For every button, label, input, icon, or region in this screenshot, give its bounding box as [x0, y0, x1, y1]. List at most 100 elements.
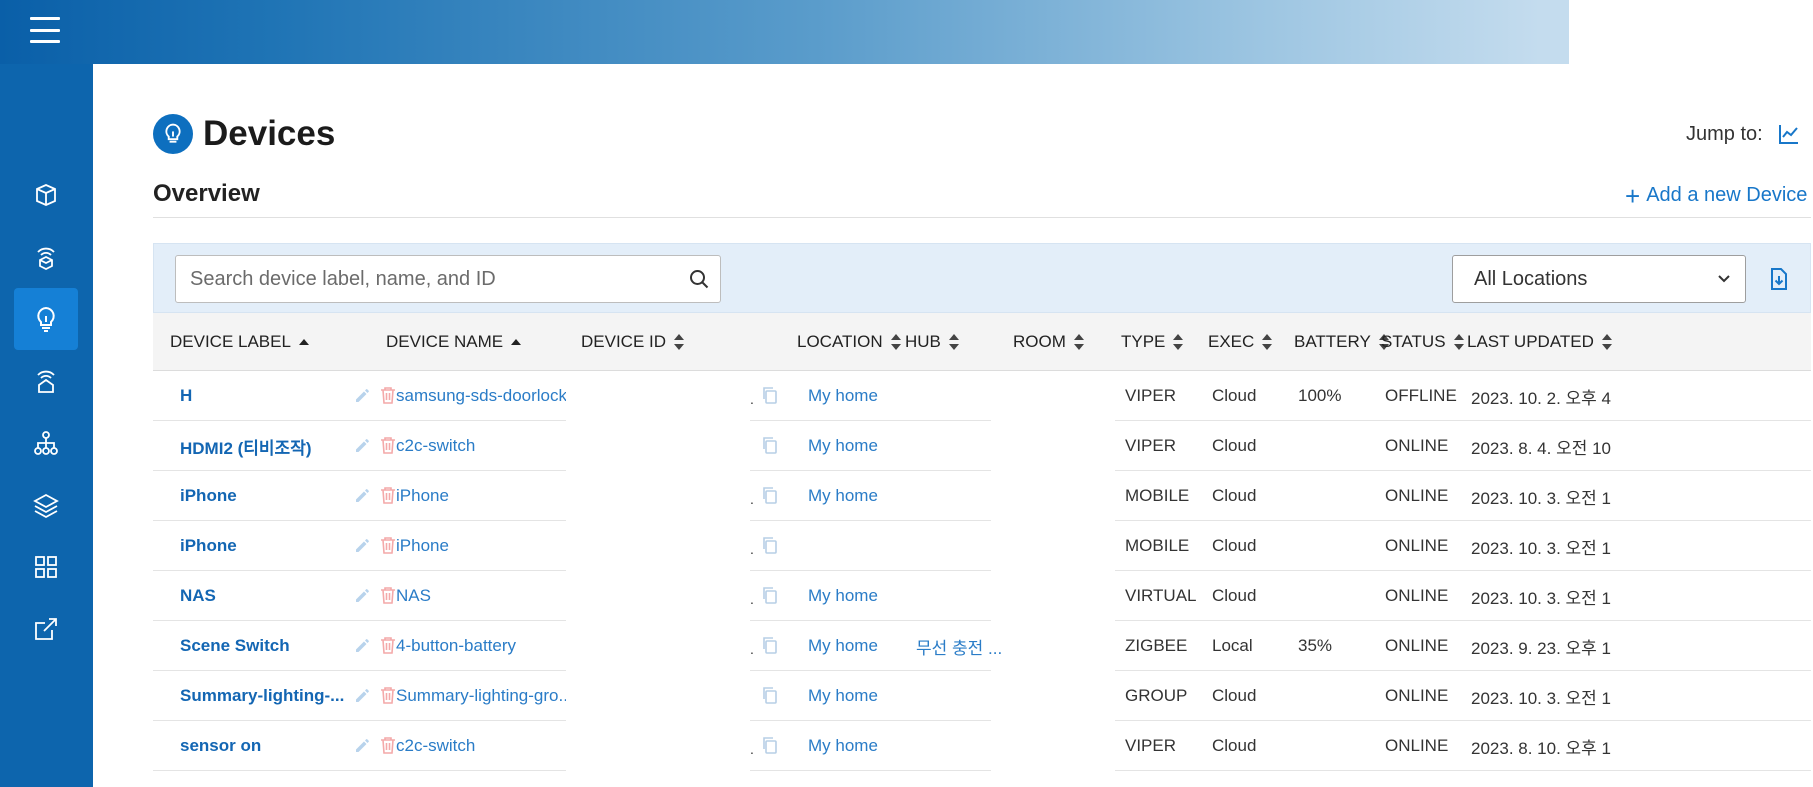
device-type: VIPER [1125, 436, 1177, 455]
copy-icon[interactable] [760, 385, 780, 405]
battery-level [1298, 521, 1378, 571]
copy-icon[interactable] [760, 535, 780, 555]
exec-mode: Cloud [1212, 486, 1257, 505]
column-header-type[interactable]: TYPE [1121, 313, 1184, 371]
edit-icon[interactable] [353, 735, 373, 755]
column-header-battery[interactable]: BATTERY [1294, 313, 1389, 371]
chart-icon[interactable] [1777, 122, 1801, 146]
edit-icon[interactable] [353, 535, 373, 555]
location-link[interactable]: My home [808, 571, 908, 621]
column-header-location[interactable]: LOCATION [797, 313, 901, 371]
battery-level [1298, 571, 1378, 621]
hub-link[interactable] [916, 671, 1004, 721]
column-header-status[interactable]: STATUS [1381, 313, 1464, 371]
column-header-room[interactable]: ROOM [1013, 313, 1084, 371]
location-link[interactable] [808, 521, 908, 571]
delete-icon[interactable] [379, 435, 397, 455]
device-label-link[interactable]: Scene Switch [180, 621, 345, 671]
location-link[interactable]: My home [808, 671, 908, 721]
edit-icon[interactable] [353, 485, 373, 505]
column-label: DEVICE NAME [386, 332, 504, 351]
device-id-truncation: . [750, 391, 754, 407]
location-link[interactable]: My home [808, 471, 908, 521]
hamburger-menu-icon[interactable] [30, 17, 60, 43]
location-link[interactable]: My home [808, 621, 908, 671]
search-input[interactable] [176, 256, 656, 302]
device-name-link[interactable]: 4-button-battery [396, 621, 566, 671]
sidebar-item-external[interactable] [14, 598, 78, 660]
exec-mode: Cloud [1212, 586, 1257, 605]
device-label-link[interactable]: sensor on [180, 721, 345, 771]
device-label-link[interactable]: Summary-lighting-... [180, 671, 345, 721]
device-name-link[interactable]: Summary-lighting-gro... [396, 671, 566, 721]
sidebar-item-dashboard[interactable] [14, 536, 78, 598]
hub-link[interactable]: 무선 충전 ... [916, 621, 1004, 671]
delete-icon[interactable] [379, 735, 397, 755]
delete-icon[interactable] [379, 485, 397, 505]
table-row: H samsung-sds-doorlock... . My home VIPE… [153, 371, 1811, 421]
device-name-link[interactable]: c2c-switch [396, 721, 566, 771]
edit-icon[interactable] [353, 435, 373, 455]
device-name-link[interactable]: samsung-sds-doorlock... [396, 371, 566, 421]
search-box [175, 255, 721, 303]
plus-icon: + [1625, 180, 1641, 211]
delete-icon[interactable] [379, 635, 397, 655]
edit-icon[interactable] [353, 385, 373, 405]
device-label-link[interactable]: H [180, 371, 345, 421]
edit-icon[interactable] [353, 635, 373, 655]
delete-icon[interactable] [379, 585, 397, 605]
device-label-link[interactable]: iPhone [180, 521, 345, 571]
sidebar-item-layers[interactable] [14, 474, 78, 536]
copy-icon[interactable] [760, 435, 780, 455]
device-name-link[interactable]: NAS [396, 571, 566, 621]
edit-icon[interactable] [353, 585, 373, 605]
device-name-link[interactable]: c2c-switch [396, 421, 566, 471]
search-icon[interactable] [688, 268, 710, 290]
copy-icon[interactable] [760, 685, 780, 705]
device-id-truncation: . [750, 541, 754, 557]
device-id-truncation: . [750, 491, 754, 507]
sidebar-item-products[interactable] [14, 164, 78, 226]
column-header-hub[interactable]: HUB [905, 313, 959, 371]
sort-both-icon [1262, 334, 1273, 350]
table-row: iPhone iPhone . My home MOBILE Cloud ONL… [153, 471, 1811, 521]
column-label: ROOM [1013, 332, 1066, 351]
device-label-link[interactable]: iPhone [180, 471, 345, 521]
delete-icon[interactable] [379, 535, 397, 555]
edit-icon[interactable] [353, 685, 373, 705]
sidebar-item-hubs[interactable] [14, 226, 78, 288]
column-header-device-name[interactable]: DEVICE NAME [386, 313, 522, 371]
hub-link[interactable] [916, 371, 1004, 421]
device-label-link[interactable]: HDMI2 (티비조작) [180, 421, 345, 471]
column-header-device-id[interactable]: DEVICE ID [581, 313, 685, 371]
hub-link[interactable] [916, 471, 1004, 521]
location-link[interactable]: My home [808, 371, 908, 421]
copy-icon[interactable] [760, 485, 780, 505]
device-label-link[interactable]: NAS [180, 571, 345, 621]
add-device-label: Add a new Device [1646, 184, 1808, 206]
network-icon [34, 431, 58, 455]
delete-icon[interactable] [379, 685, 397, 705]
location-select[interactable]: All Locations [1452, 255, 1746, 303]
column-header-device-label[interactable]: DEVICE LABEL [170, 313, 309, 371]
copy-icon[interactable] [760, 735, 780, 755]
copy-icon[interactable] [760, 585, 780, 605]
delete-icon[interactable] [379, 385, 397, 405]
copy-icon[interactable] [760, 635, 780, 655]
device-name-link[interactable]: iPhone [396, 521, 566, 571]
battery-level: 100% [1298, 386, 1342, 405]
sidebar-item-locations[interactable] [14, 350, 78, 412]
column-header-exec[interactable]: EXEC [1208, 313, 1273, 371]
export-button[interactable] [1766, 266, 1792, 292]
hub-link[interactable] [916, 421, 1004, 471]
sidebar-item-devices[interactable] [14, 288, 78, 350]
device-name-link[interactable]: iPhone [396, 471, 566, 521]
column-header-last-updated[interactable]: LAST UPDATED [1467, 313, 1612, 371]
location-link[interactable]: My home [808, 721, 908, 771]
sidebar-item-network[interactable] [14, 412, 78, 474]
add-device-button[interactable]: + Add a new Device [1625, 180, 1808, 211]
hub-link[interactable] [916, 571, 1004, 621]
location-link[interactable]: My home [808, 421, 908, 471]
hub-link[interactable] [916, 521, 1004, 571]
hub-link[interactable] [916, 721, 1004, 771]
